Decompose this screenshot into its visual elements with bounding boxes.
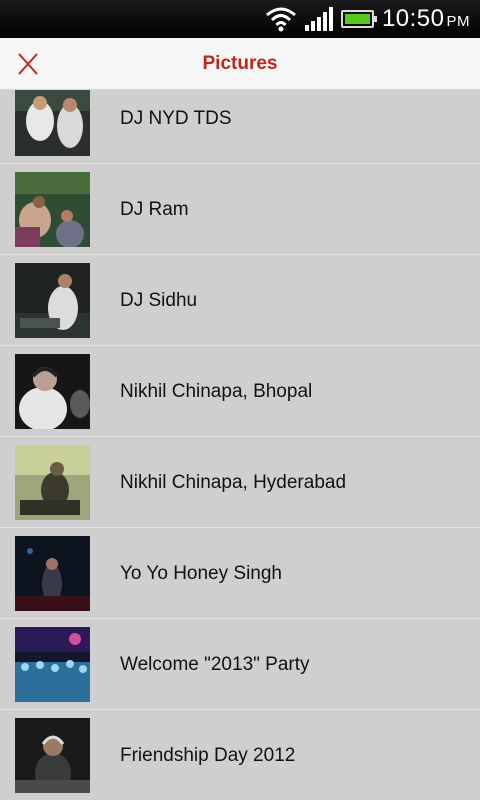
album-thumbnail [15,172,90,247]
close-button[interactable] [10,46,46,82]
album-title: Friendship Day 2012 [120,745,296,766]
list-item[interactable]: Yo Yo Honey Singh [0,528,480,619]
list-item[interactable]: DJ Sidhu [0,255,480,346]
album-title: Welcome "2013" Party [120,654,310,675]
album-title: Nikhil Chinapa, Hyderabad [120,472,347,493]
album-title: DJ NYD TDS [120,108,232,129]
album-thumbnail [15,627,90,702]
page-title: Pictures [202,53,278,74]
header-bar: Pictures [0,38,480,90]
signal-icon [304,7,333,31]
status-bar: 10:50 PM [0,0,480,38]
list-item[interactable]: DJ NYD TDS [0,90,480,164]
album-thumbnail [15,263,90,338]
album-title: DJ Ram [120,199,189,220]
list-item[interactable]: Nikhil Chinapa, Hyderabad [0,437,480,528]
status-time: 10:50 PM [382,5,470,33]
album-thumbnail [15,718,90,793]
album-thumbnail [15,445,90,520]
album-title: Yo Yo Honey Singh [120,563,283,584]
status-icons: 10:50 PM [265,0,470,38]
album-title: DJ Sidhu [120,290,198,311]
battery-icon [340,10,377,28]
list-item[interactable]: DJ Ram [0,164,480,255]
album-thumbnail [15,354,90,429]
album-thumbnail [15,90,90,156]
album-thumbnail [15,536,90,611]
album-list[interactable]: DJ NYD TDS DJ Ram DJ Sidhu Nikhil Chinap… [0,90,480,800]
close-icon [18,53,38,75]
clock-time: 10:50 [381,5,445,32]
list-item[interactable]: Welcome "2013" Party [0,619,480,710]
clock-ampm: PM [446,13,470,30]
album-title: Nikhil Chinapa, Bhopal [120,381,313,402]
list-item[interactable]: Nikhil Chinapa, Bhopal [0,346,480,437]
wifi-icon [265,7,296,32]
list-item[interactable]: Friendship Day 2012 [0,710,480,800]
